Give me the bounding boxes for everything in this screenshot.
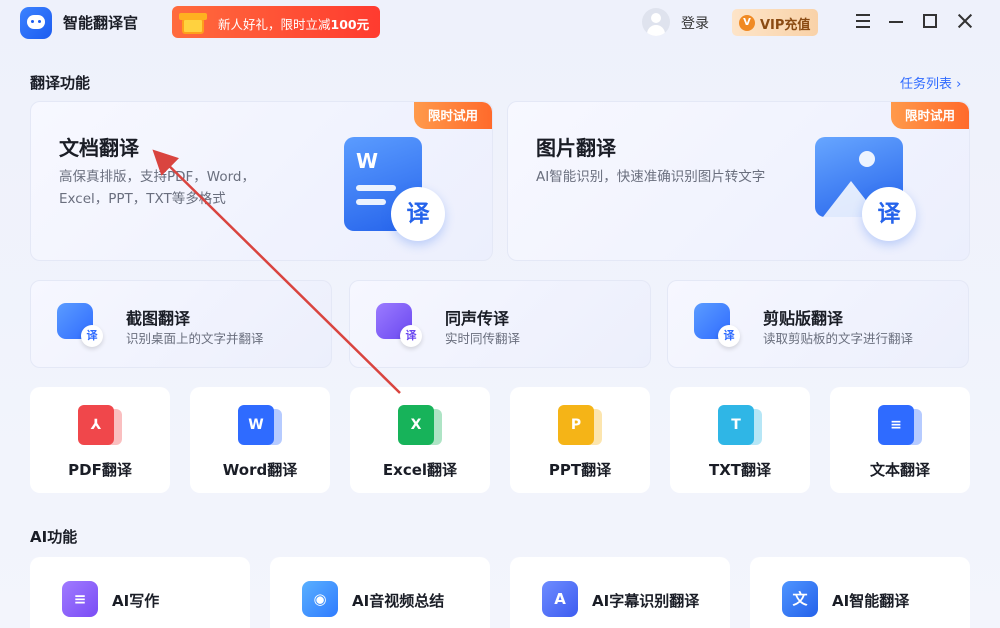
- promo-amount: 100元: [330, 17, 370, 32]
- clipboard-translate-card[interactable]: 译 剪贴版翻译 读取剪贴板的文字进行翻译: [667, 280, 969, 368]
- card-title: 文档翻译: [59, 136, 139, 160]
- screenshot-icon: 译: [57, 303, 105, 347]
- simultaneous-translate-card[interactable]: 译 同声传译 实时同传翻译: [349, 280, 651, 368]
- promo-banner[interactable]: 新人好礼，限时立减100元: [172, 6, 380, 38]
- gift-icon: [176, 8, 212, 36]
- ai-av-summary-card[interactable]: ◉ AI音视频总结: [270, 557, 490, 628]
- excel-icon: X: [398, 405, 442, 447]
- ai-video-icon: ◉: [302, 581, 338, 617]
- app-logo-icon: [20, 7, 52, 39]
- ppt-icon: P: [558, 405, 602, 447]
- voice-wave-icon: 译: [376, 303, 424, 347]
- ppt-translate-card[interactable]: P PPT翻译: [510, 387, 650, 493]
- card-title: 截图翻译: [126, 309, 191, 328]
- login-button[interactable]: 登录: [681, 13, 709, 33]
- image-translate-card[interactable]: 限时试用 图片翻译 AI智能识别，快速准确识别图片转文字 译: [507, 101, 970, 261]
- image-icon: 译: [815, 137, 916, 247]
- translate-badge-icon: 译: [391, 187, 445, 241]
- txt-icon: T: [718, 405, 762, 447]
- card-desc: 识别桌面上的文字并翻译: [126, 331, 264, 346]
- excel-translate-card[interactable]: X Excel翻译: [350, 387, 490, 493]
- card-title: 图片翻译: [536, 136, 616, 160]
- trial-badge: 限时试用: [414, 102, 492, 129]
- pdf-icon: ⅄: [78, 405, 122, 447]
- card-label: AI音视频总结: [352, 592, 445, 610]
- card-label: AI写作: [112, 592, 160, 610]
- card-label: 文本翻译: [869, 461, 930, 479]
- card-title: 剪贴版翻译: [763, 309, 844, 328]
- word-icon: W: [238, 405, 282, 447]
- card-label: AI字幕识别翻译: [592, 592, 700, 610]
- card-desc: 读取剪贴板的文字进行翻译: [763, 331, 914, 346]
- card-title: 同声传译: [445, 309, 510, 328]
- app-title: 智能翻译官: [63, 14, 139, 32]
- vip-icon: V: [739, 15, 755, 31]
- section-title-ai: AI功能: [30, 528, 78, 546]
- menu-icon[interactable]: [853, 11, 873, 31]
- title-bar: 智能翻译官 新人好礼，限时立减100元 登录 V VIP充值: [0, 0, 1000, 44]
- card-label: TXT翻译: [708, 461, 772, 479]
- text-translate-card[interactable]: ≡ 文本翻译: [830, 387, 970, 493]
- maximize-icon[interactable]: [920, 11, 940, 31]
- txt-translate-card[interactable]: T TXT翻译: [670, 387, 810, 493]
- card-desc: 实时同传翻译: [445, 331, 521, 346]
- ai-smart-translate-card[interactable]: 文 AI智能翻译: [750, 557, 970, 628]
- ai-subtitle-icon: A: [542, 581, 578, 617]
- pdf-translate-card[interactable]: ⅄ PDF翻译: [30, 387, 170, 493]
- ai-subtitle-card[interactable]: A AI字幕识别翻译: [510, 557, 730, 628]
- close-icon[interactable]: [955, 11, 975, 31]
- ai-writing-icon: ≡: [62, 581, 98, 617]
- card-label: PDF翻译: [68, 461, 132, 479]
- doc-translate-card[interactable]: 限时试用 文档翻译 高保真排版，支持PDF，Word，Excel，PPT，TXT…: [30, 101, 493, 261]
- card-desc: 高保真排版，支持PDF，Word，Excel，PPT，TXT等多格式: [59, 169, 256, 207]
- vip-recharge-button[interactable]: V VIP充值: [732, 9, 818, 36]
- word-letter: W: [356, 149, 379, 173]
- text-icon: ≡: [878, 405, 922, 447]
- section-title-translate: 翻译功能: [30, 74, 91, 92]
- card-label: Excel翻译: [382, 461, 458, 479]
- word-translate-card[interactable]: W Word翻译: [190, 387, 330, 493]
- ai-translate-icon: 文: [782, 581, 818, 617]
- minimize-icon[interactable]: [886, 11, 906, 31]
- promo-text: 新人好礼，限时立减: [218, 17, 331, 32]
- user-avatar-icon[interactable]: [642, 8, 670, 36]
- task-list-link[interactable]: 任务列表 ›: [900, 73, 961, 92]
- translate-badge-icon: 译: [862, 187, 916, 241]
- vip-label: VIP充值: [760, 18, 811, 33]
- card-label: Word翻译: [222, 461, 298, 479]
- card-desc: AI智能识别，快速准确识别图片转文字: [536, 169, 766, 185]
- clipboard-icon: 译: [694, 303, 742, 347]
- trial-badge: 限时试用: [891, 102, 969, 129]
- ai-writing-card[interactable]: ≡ AI写作: [30, 557, 250, 628]
- card-label: AI智能翻译: [832, 592, 910, 610]
- card-label: PPT翻译: [548, 461, 612, 479]
- screenshot-translate-card[interactable]: 译 截图翻译 识别桌面上的文字并翻译: [30, 280, 332, 368]
- document-icon: W 译: [344, 137, 445, 247]
